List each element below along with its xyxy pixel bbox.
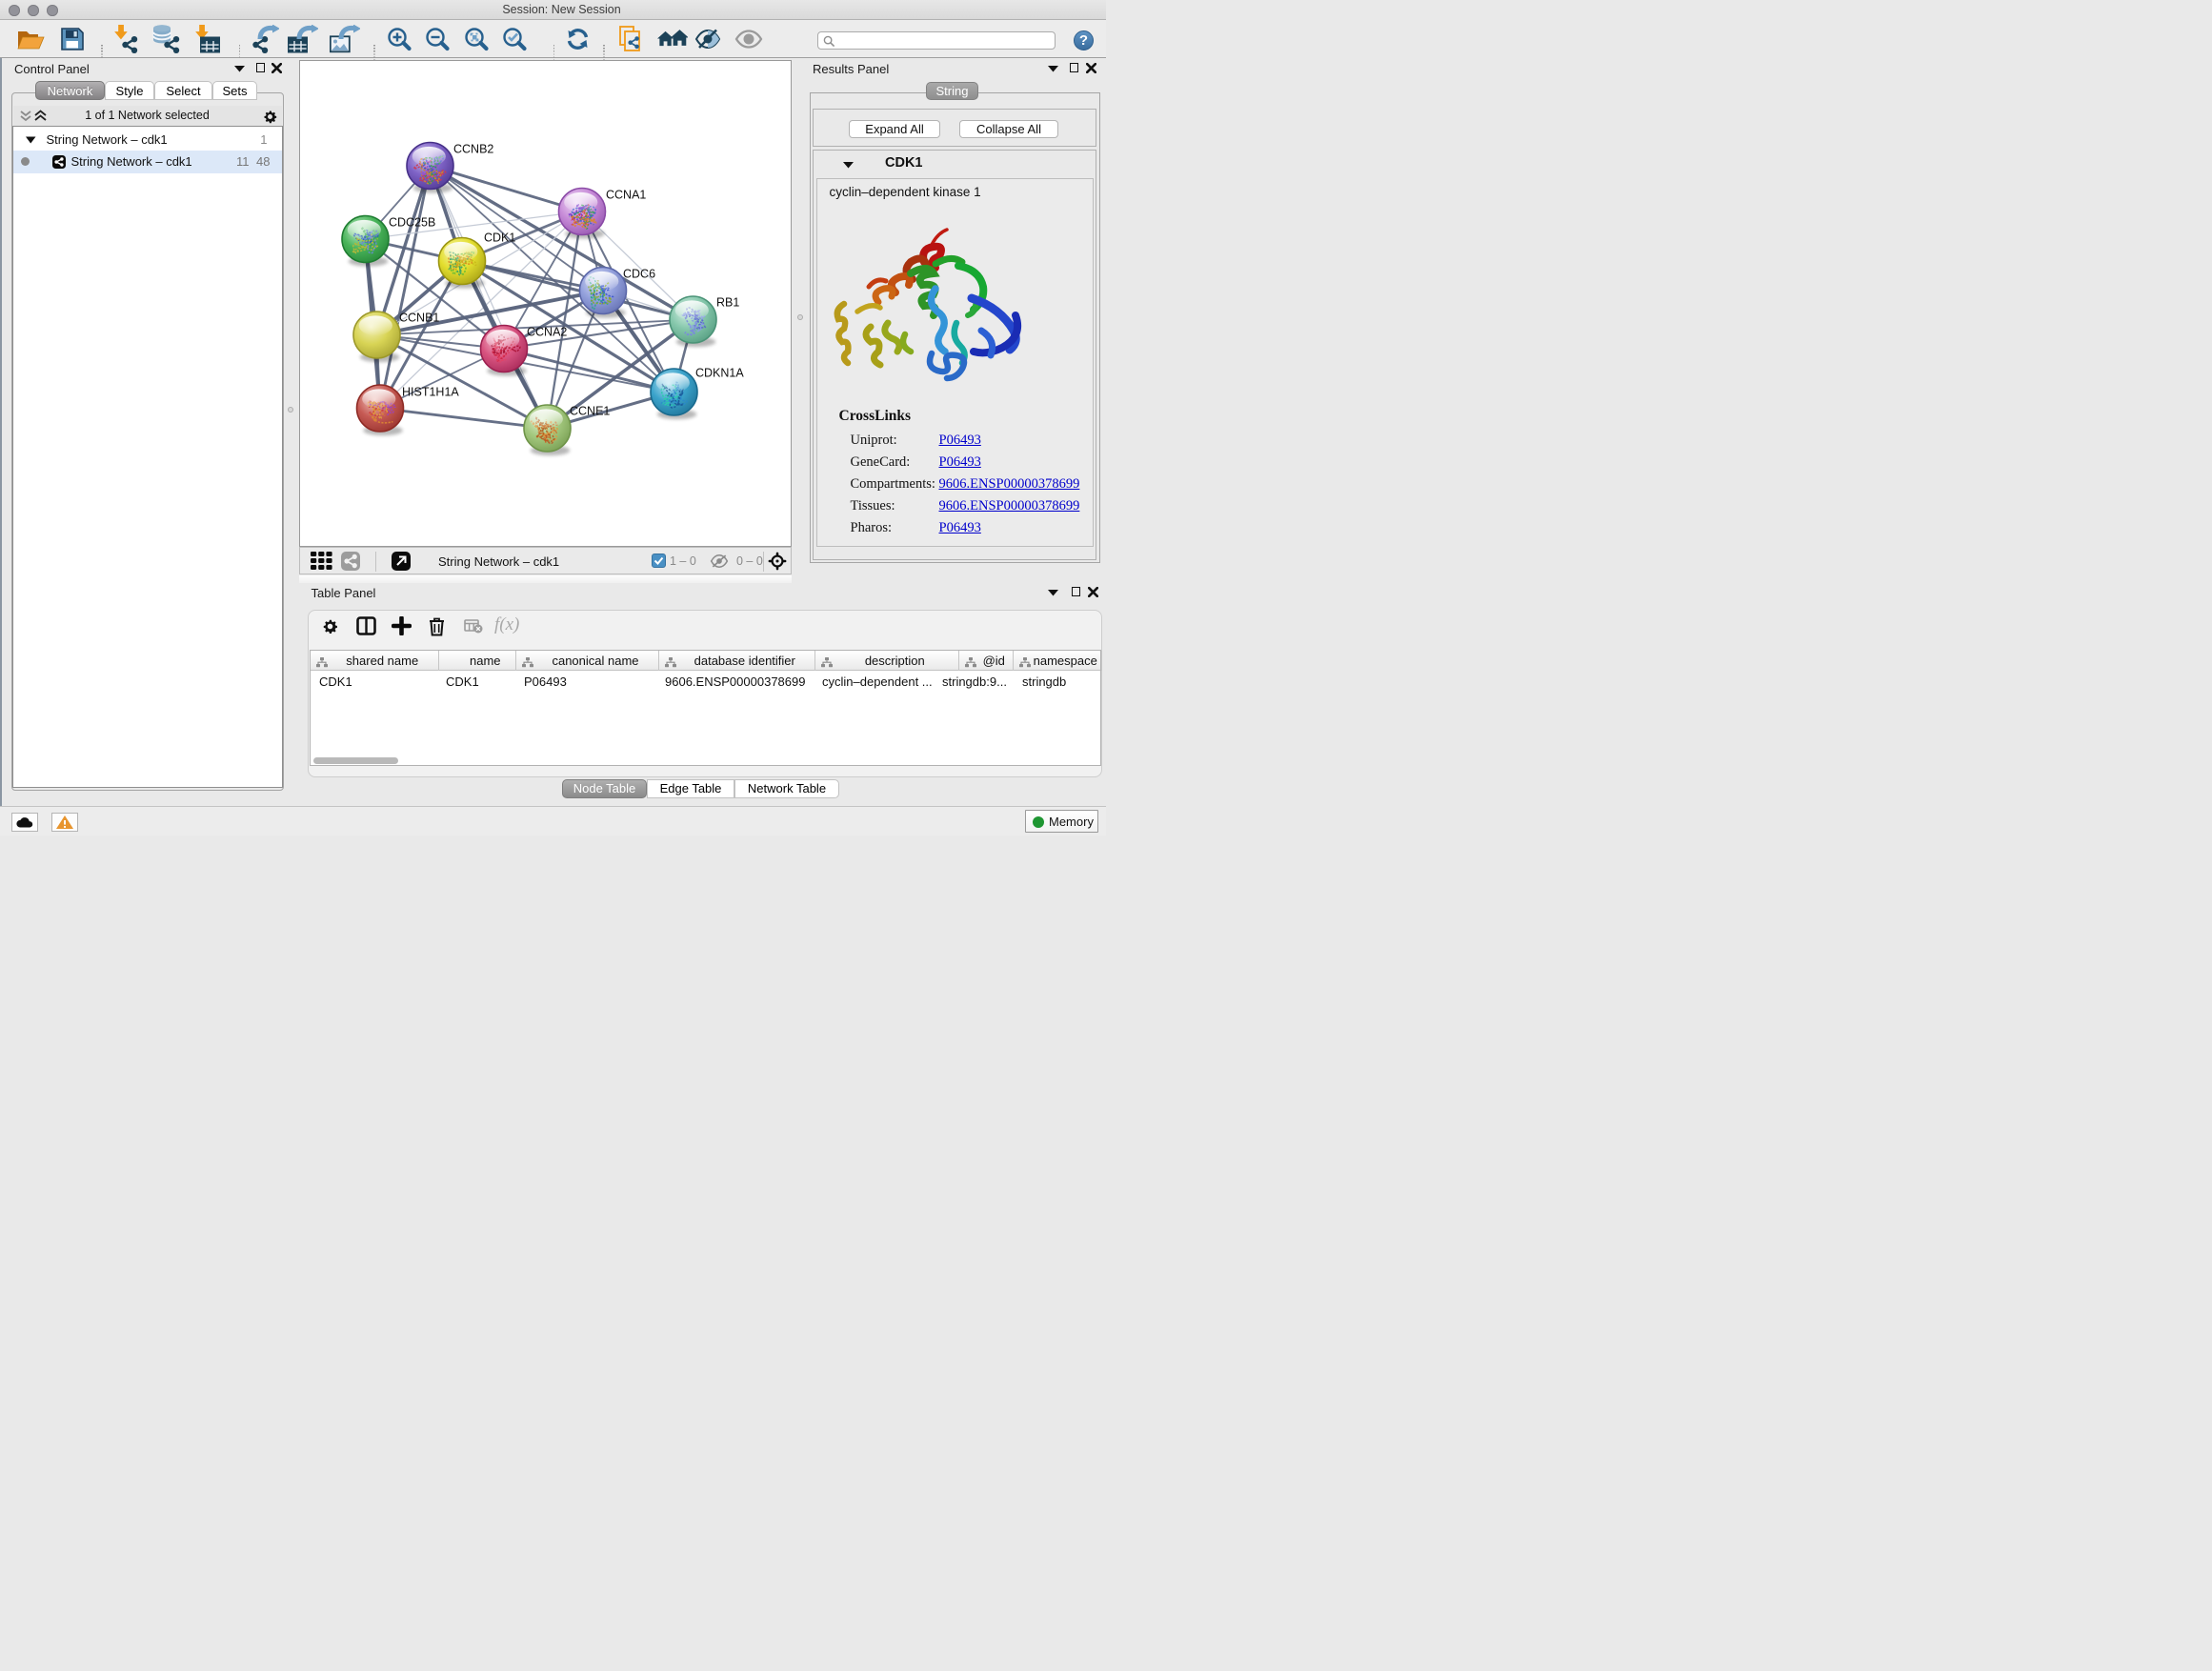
svg-text:CDK1: CDK1 [484,232,515,245]
svg-text:CDC6: CDC6 [623,268,655,281]
svg-text:CCNA2: CCNA2 [527,326,567,339]
svg-text:CCNB1: CCNB1 [399,312,439,325]
svg-text:RB1: RB1 [716,296,739,310]
svg-text:CDKN1A: CDKN1A [695,367,744,380]
svg-text:CCNE1: CCNE1 [570,405,610,418]
svg-text:CDC25B: CDC25B [389,216,435,230]
svg-text:HIST1H1A: HIST1H1A [402,386,459,399]
svg-text:CCNB2: CCNB2 [453,143,493,156]
svg-text:CCNA1: CCNA1 [606,189,646,202]
